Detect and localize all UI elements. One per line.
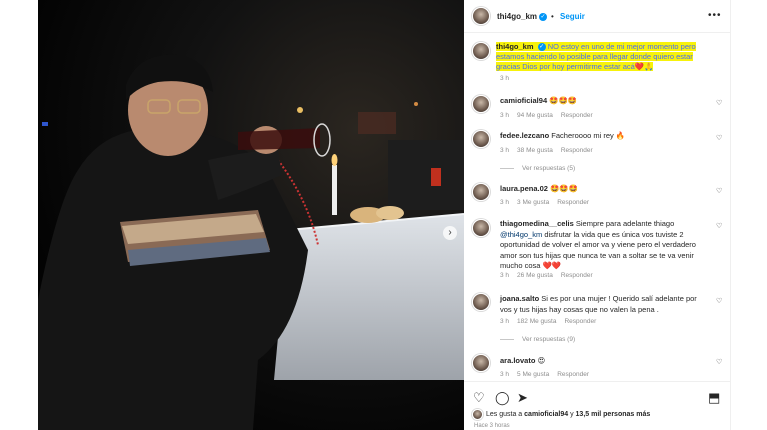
post-action-bar: ♡ ◯ ➤ ⬒ [464, 381, 731, 411]
comment-likes[interactable]: 94 Me gusta [517, 112, 553, 119]
reply-button[interactable]: Responder [564, 318, 596, 325]
comment-time: 3 h [500, 318, 510, 325]
post-header: thi4go_km ✓ • Seguir ••• [464, 0, 731, 33]
comment-bubble-icon[interactable]: ◯ [495, 390, 510, 406]
reply-button[interactable]: Responder [561, 112, 593, 119]
author-name-text[interactable]: thi4go_km [497, 12, 537, 21]
likes-avatar[interactable] [472, 409, 483, 420]
caption-verified-icon: ✓ [533, 42, 548, 52]
comment-text: 😍 [537, 356, 546, 365]
follow-button[interactable]: Seguir [560, 12, 585, 21]
likes-middle: y [570, 411, 574, 418]
caption-avatar[interactable] [472, 42, 490, 60]
view-replies-button[interactable]: Ver respuestas (9) [500, 336, 575, 343]
post-sidebar: thi4go_km ✓ • Seguir ••• thi4go_km ✓ NO e… [464, 0, 731, 430]
likes-user[interactable]: camioficial94 [524, 411, 568, 418]
post-time-ago: Hace 3 horas [474, 423, 510, 429]
comment-like-heart-icon[interactable]: ♡ [716, 297, 722, 305]
more-options-icon[interactable]: ••• [708, 10, 722, 21]
comment-avatar[interactable] [472, 354, 490, 372]
comment-avatar[interactable] [472, 95, 490, 113]
comment-body: camioficial94 🤩🤩🤩 [500, 96, 710, 107]
comment-body: joana.salto Si es por una mujer ! Querid… [500, 294, 710, 315]
comment-meta: 3 h 38 Me gusta Responder [500, 147, 601, 154]
reply-button[interactable]: Responder [561, 272, 593, 279]
reply-button[interactable]: Responder [557, 371, 589, 378]
comment-likes[interactable]: 38 Me gusta [517, 147, 553, 154]
comment-username[interactable]: laura.pena.02 [500, 184, 548, 193]
author-avatar[interactable] [472, 7, 490, 25]
reply-button[interactable]: Responder [557, 199, 589, 206]
comment-meta: 3 h 26 Me gusta Responder [500, 272, 601, 279]
comment-body: fedee.lezcano Facheroooo mi rey 🔥 [500, 131, 710, 142]
share-send-icon[interactable]: ➤ [517, 390, 528, 406]
comment-like-heart-icon[interactable]: ♡ [716, 134, 722, 142]
caption-username[interactable]: thi4go_km [496, 42, 534, 51]
comment-text: 🤩🤩🤩 [549, 96, 578, 105]
comment-avatar[interactable] [472, 183, 490, 201]
comment-body: laura.pena.02 🤩🤩🤩 [500, 184, 710, 195]
comment-body: ara.lovato 😍 [500, 356, 710, 367]
likes-summary[interactable]: Les gusta a camioficial94 y 13,5 mil per… [486, 411, 650, 418]
view-replies-button[interactable]: Ver respuestas (5) [500, 165, 575, 172]
like-heart-icon[interactable]: ♡ [473, 390, 485, 406]
comment-text: 🤩🤩🤩 [550, 184, 579, 193]
comment-avatar[interactable] [472, 293, 490, 311]
comment-likes[interactable]: 182 Me gusta [517, 318, 556, 325]
comment-time: 3 h [500, 147, 510, 154]
comment-likes[interactable]: 5 Me gusta [517, 371, 549, 378]
comment-username[interactable]: camioficial94 [500, 96, 547, 105]
comment-username[interactable]: joana.salto [500, 294, 539, 303]
comment-time: 3 h [500, 272, 510, 279]
comment-like-heart-icon[interactable]: ♡ [716, 99, 722, 107]
comment-meta: 3 h 94 Me gusta Responder [500, 112, 601, 119]
comment-meta: 3 h 182 Me gusta Responder [500, 318, 604, 325]
comment-text: Facheroooo mi rey 🔥 [551, 131, 626, 140]
comment-likes[interactable]: 26 Me gusta [517, 272, 553, 279]
comment-text: Siempre para adelante thiago [575, 219, 675, 228]
verified-badge-icon: ✓ [539, 12, 548, 21]
comment-like-heart-icon[interactable]: ♡ [716, 358, 722, 366]
likes-count[interactable]: 13,5 mil personas más [576, 411, 651, 418]
comment-avatar[interactable] [472, 219, 490, 237]
comment-like-heart-icon[interactable]: ♡ [716, 222, 722, 230]
comment-like-heart-icon[interactable]: ♡ [716, 187, 722, 195]
caption-verified-mark: ✓ [537, 43, 546, 52]
next-photo-arrow-icon[interactable]: › [443, 226, 457, 240]
caption-time: 3 h [500, 75, 510, 82]
bookmark-save-icon[interactable]: ⬒ [708, 390, 720, 406]
comment-likes[interactable]: 3 Me gusta [517, 199, 549, 206]
photo-scene [38, 0, 464, 430]
comment-mention-link[interactable]: @thi4go_km [500, 230, 542, 239]
reply-button[interactable]: Responder [561, 147, 593, 154]
comment-time: 3 h [500, 112, 510, 119]
comment-body: thiagomedina__celis Siempre para adelant… [500, 219, 710, 272]
post-photo[interactable]: › [38, 0, 464, 430]
comment-time: 3 h [500, 199, 510, 206]
comment-time: 3 h [500, 371, 510, 378]
author-username[interactable]: thi4go_km ✓ [497, 12, 548, 21]
post-caption: thi4go_km ✓ NO estoy en uno de mi mejor … [496, 42, 701, 72]
comment-username[interactable]: thiagomedina__celis [500, 219, 574, 228]
comment-meta: 3 h 3 Me gusta Responder [500, 199, 597, 206]
separator-dot: • [551, 12, 554, 21]
comment-username[interactable]: fedee.lezcano [500, 131, 549, 140]
comment-meta: 3 h 5 Me gusta Responder [500, 371, 597, 378]
likes-prefix: Les gusta a [486, 411, 523, 418]
comment-username[interactable]: ara.lovato [500, 356, 535, 365]
comment-avatar[interactable] [472, 130, 490, 148]
